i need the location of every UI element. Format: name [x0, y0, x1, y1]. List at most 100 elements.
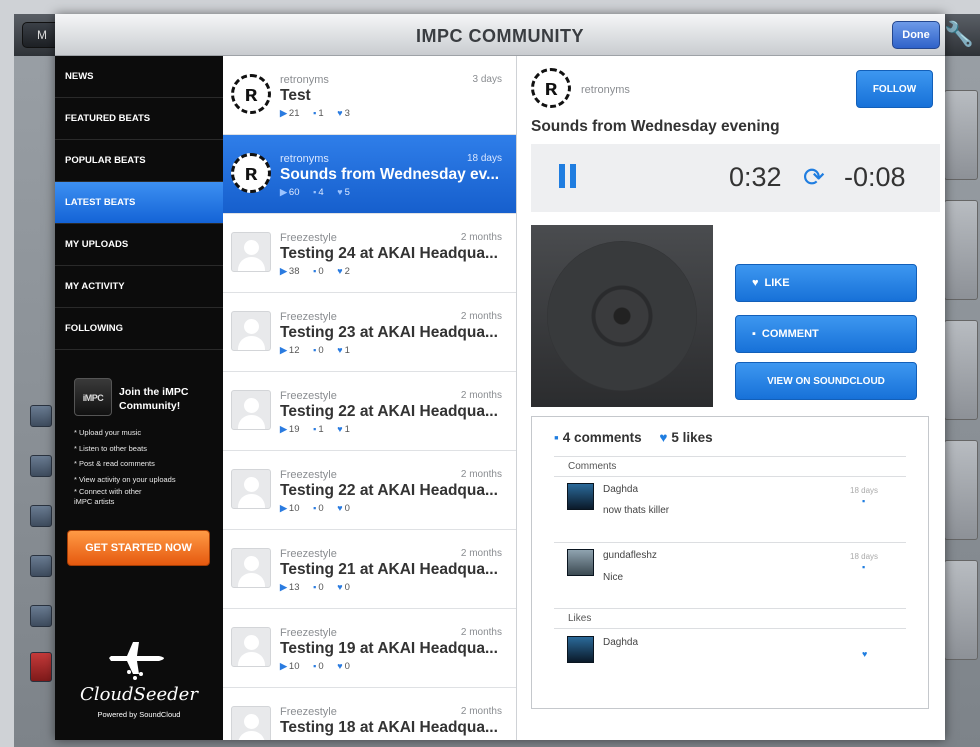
play-count: 21: [288, 108, 300, 119]
likes-count: 5 likes: [671, 430, 713, 445]
list-item[interactable]: Freezestyle 2 months Testing 21 at AKAI …: [223, 530, 516, 609]
sidebar-item-news[interactable]: NEWS: [55, 56, 223, 98]
background-pad[interactable]: [30, 455, 52, 477]
comment-count: 0: [318, 266, 324, 277]
heart-icon: ♥: [752, 277, 759, 289]
brand-name: CloudSeeder: [80, 684, 198, 705]
speech-bubble-icon[interactable]: ▪: [862, 496, 865, 506]
item-time: 2 months: [460, 469, 502, 480]
heart-icon: ♥: [659, 430, 668, 445]
retronyms-logo-icon: ʀ: [544, 75, 558, 100]
track-author[interactable]: retronyms: [581, 84, 630, 96]
community-modal: IMPC COMMUNITY Done NEWS FEATURED BEATS …: [55, 14, 945, 740]
track-title: Sounds from Wednesday evening: [531, 118, 780, 135]
sidebar-item-following[interactable]: FOLLOWING: [55, 308, 223, 350]
list-item[interactable]: Freezestyle 2 months Testing 18 at AKAI …: [223, 688, 516, 740]
sidebar-item-my-activity[interactable]: MY ACTIVITY: [55, 266, 223, 308]
comments-count: 4 comments: [562, 430, 642, 445]
background-side-button[interactable]: [944, 320, 978, 420]
like-count: 5: [344, 187, 350, 198]
divider: [554, 456, 906, 457]
comment-count: 0: [318, 582, 324, 593]
play-icon: ▶: [280, 108, 287, 118]
list-item[interactable]: Freezestyle 2 months Testing 23 at AKAI …: [223, 293, 516, 372]
pause-icon[interactable]: [559, 164, 579, 190]
item-stats: ▶ 10 ▪ 0 ♥ 0: [280, 503, 361, 514]
sidebar-item-featured-beats[interactable]: FEATURED BEATS: [55, 98, 223, 140]
sidebar-item-latest-beats[interactable]: LATEST BEATS: [55, 182, 223, 224]
item-stats: ▶ 13 ▪ 0 ♥ 0: [280, 582, 361, 593]
item-title: Testing 21 at AKAI Headqua...: [280, 561, 498, 578]
divider: [554, 628, 906, 629]
item-author: Freezestyle: [280, 311, 337, 323]
divider: [554, 542, 906, 543]
item-title: Testing 22 at AKAI Headqua...: [280, 482, 498, 499]
background-pad[interactable]: [30, 405, 52, 427]
background-side-button[interactable]: [944, 440, 978, 540]
list-item[interactable]: Freezestyle 2 months Testing 22 at AKAI …: [223, 451, 516, 530]
track-artwork: [531, 225, 713, 407]
wrench-icon[interactable]: 🔧: [944, 20, 974, 50]
background-pad[interactable]: [30, 555, 52, 577]
commenter-avatar[interactable]: [567, 549, 594, 576]
list-item[interactable]: Freezestyle 2 months Testing 19 at AKAI …: [223, 609, 516, 688]
comment-count: 1: [318, 424, 324, 435]
list-item[interactable]: Freezestyle 2 months Testing 22 at AKAI …: [223, 372, 516, 451]
sidebar-item-my-uploads[interactable]: MY UPLOADS: [55, 224, 223, 266]
list-item[interactable]: ʀ retronyms 3 days Test ▶ 21 ▪ 1 ♥ 3: [223, 56, 516, 135]
done-button[interactable]: Done: [892, 21, 940, 49]
like-count: 0: [344, 661, 350, 672]
comment-author[interactable]: gundafleshz: [603, 550, 657, 561]
list-item[interactable]: Freezestyle 2 months Testing 24 at AKAI …: [223, 214, 516, 293]
sidebar-item-popular-beats[interactable]: POPULAR BEATS: [55, 140, 223, 182]
promo-bullet: * Connect with other: [74, 487, 142, 496]
item-time: 2 months: [460, 706, 502, 717]
comment-icon: ▪: [313, 661, 317, 671]
commenter-avatar[interactable]: [567, 483, 594, 510]
beats-list[interactable]: ʀ retronyms 3 days Test ▶ 21 ▪ 1 ♥ 3 ʀ retr…: [223, 56, 517, 740]
get-started-button[interactable]: GET STARTED NOW: [67, 530, 210, 566]
background-side-button[interactable]: [944, 560, 978, 660]
background-record-pad[interactable]: [30, 652, 52, 682]
sidebar: NEWS FEATURED BEATS POPULAR BEATS LATEST…: [55, 56, 223, 740]
play-count: 60: [288, 187, 300, 198]
like-button-label: LIKE: [764, 277, 790, 289]
powered-by: Powered by SoundCloud: [97, 710, 181, 719]
repeat-icon[interactable]: ⟳: [803, 164, 831, 190]
item-author: Freezestyle: [280, 390, 337, 402]
view-on-soundcloud-button[interactable]: VIEW ON SOUNDCLOUD: [735, 362, 917, 400]
background-pad[interactable]: [30, 505, 52, 527]
like-count: 3: [344, 108, 350, 119]
play-count: 13: [288, 582, 300, 593]
promo-bullets: * Upload your music * Listen to other be…: [74, 425, 222, 507]
background-side-button[interactable]: [944, 90, 978, 180]
play-count: 10: [288, 661, 300, 672]
cloudseeder-logo: CloudSeeder Powered by SoundCloud: [55, 634, 223, 724]
comment-time: 18 days: [850, 552, 879, 561]
comment-author[interactable]: Daghda: [603, 484, 638, 495]
social-counts: ▪ 4 comments ♥ 5 likes: [554, 430, 713, 445]
like-button[interactable]: ♥ LIKE: [735, 264, 917, 302]
play-count: 19: [288, 424, 300, 435]
play-icon: ▶: [280, 424, 287, 434]
speech-bubble-icon[interactable]: ▪: [862, 562, 865, 572]
author-avatar[interactable]: ʀ: [531, 68, 571, 108]
comment-count: 0: [318, 503, 324, 514]
play-count: 10: [288, 503, 300, 514]
comment-icon: ▪: [313, 187, 317, 197]
liker-avatar[interactable]: [567, 636, 594, 663]
default-avatar-icon: [231, 548, 271, 588]
heart-icon: ♥: [337, 661, 343, 671]
time-elapsed: 0:32: [729, 162, 782, 192]
liker-name[interactable]: Daghda: [603, 637, 638, 648]
list-item[interactable]: ʀ retronyms 18 days Sounds from Wednesda…: [223, 135, 516, 214]
background-side-button[interactable]: [944, 200, 978, 300]
item-title: Test: [280, 87, 311, 104]
background-pad[interactable]: [30, 605, 52, 627]
item-title: Testing 19 at AKAI Headqua...: [280, 640, 498, 657]
comment-icon: ▪: [313, 345, 317, 355]
play-icon: ▶: [280, 503, 287, 513]
promo-title: Join the iMPC Community!: [119, 386, 189, 412]
follow-button[interactable]: FOLLOW: [856, 70, 933, 108]
comment-button[interactable]: ▪ COMMENT: [735, 315, 917, 353]
